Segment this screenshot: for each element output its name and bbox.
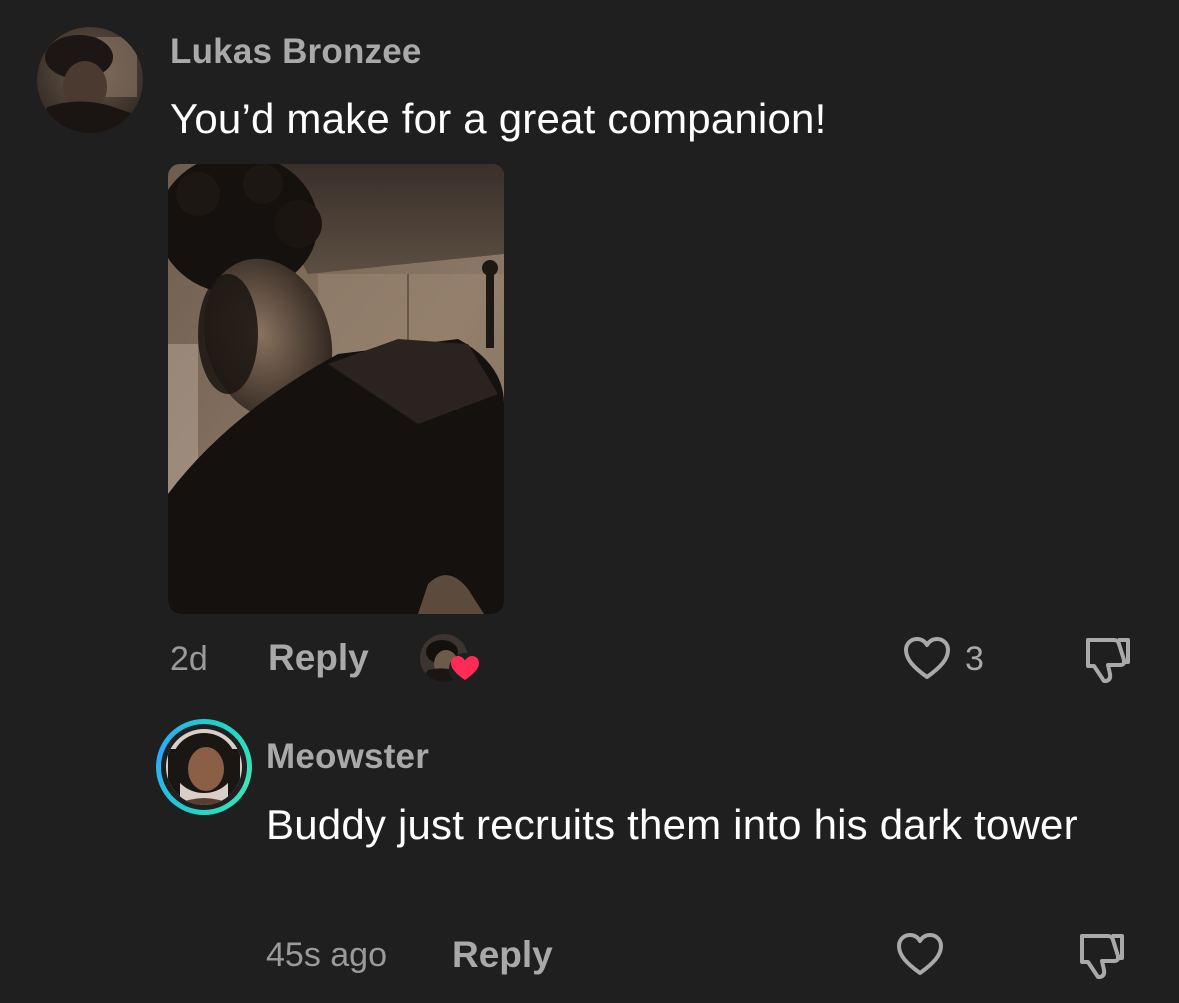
thumbs-down-icon[interactable] (1080, 632, 1134, 686)
comment-timestamp: 2d (170, 640, 208, 678)
comment-thread: Lukas Bronzee You’d make for a great com… (0, 0, 1179, 1003)
comment-text: You’d make for a great companion! (170, 95, 827, 142)
thumbs-down-icon[interactable] (1074, 928, 1128, 982)
creator-liked-badge (420, 634, 482, 686)
heart-filled-icon (449, 653, 481, 685)
comment-photo[interactable] (168, 164, 504, 614)
reply-text: Buddy just recruits them into his dark t… (266, 801, 1078, 848)
heart-outline-icon[interactable] (895, 931, 945, 977)
comment-username[interactable]: Lukas Bronzee (170, 32, 422, 72)
reply-username[interactable]: Meowster (266, 737, 429, 777)
avatar-meowster[interactable] (166, 729, 242, 805)
reply-button[interactable]: Reply (268, 637, 369, 679)
reply-timestamp: 45s ago (266, 936, 387, 974)
heart-outline-icon[interactable] (902, 635, 952, 681)
like-count: 3 (965, 640, 984, 678)
reply-reply-button[interactable]: Reply (452, 934, 553, 976)
avatar-lukas-bronzee[interactable] (37, 27, 143, 133)
